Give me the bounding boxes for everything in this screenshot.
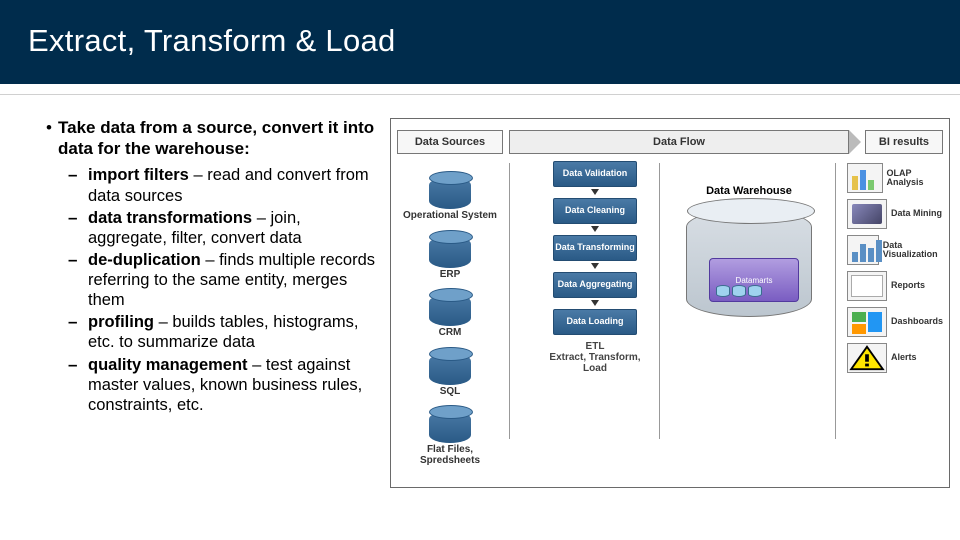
mini-cylinder-icon xyxy=(732,285,746,297)
source-cylinder-icon xyxy=(429,294,471,326)
horizontal-rule xyxy=(0,94,960,95)
source-label: SQL xyxy=(397,387,503,398)
down-arrow-icon xyxy=(591,300,599,306)
divider xyxy=(835,163,836,439)
mini-cylinder-icon xyxy=(716,285,730,297)
sub-bullet-text: profiling – builds tables, histograms, e… xyxy=(88,312,376,352)
dash: – xyxy=(68,312,88,352)
sub-bullet-text: data transformations – join, aggregate, … xyxy=(88,208,376,248)
bi-label: Data Mining xyxy=(891,209,942,218)
source-cylinder-icon xyxy=(429,353,471,385)
source-label: Operational System xyxy=(397,211,503,222)
bi-label: Dashboards xyxy=(891,317,943,326)
main-bullet: • Take data from a source, convert it in… xyxy=(40,118,376,159)
sub-bullet-list: –import filters – read and convert from … xyxy=(68,165,376,415)
bi-row: Data Visualization xyxy=(847,235,943,265)
header-data-sources: Data Sources xyxy=(397,130,503,154)
source-cylinder-icon xyxy=(429,411,471,443)
bi-label: OLAP Analysis xyxy=(887,169,943,188)
sub-bullet: –data transformations – join, aggregate,… xyxy=(68,208,376,248)
sub-bullet-text: quality management – test against master… xyxy=(88,355,376,415)
down-arrow-icon xyxy=(591,226,599,232)
source-label: Flat Files, Spredsheets xyxy=(397,445,503,466)
dash: – xyxy=(68,208,88,248)
sub-bullet: –profiling – builds tables, histograms, … xyxy=(68,312,376,352)
bi-thumbnail-icon xyxy=(847,271,887,301)
bi-row: Dashboards xyxy=(847,307,943,337)
down-arrow-icon xyxy=(591,263,599,269)
divider xyxy=(509,163,510,439)
dash: – xyxy=(68,355,88,415)
source-cylinder-icon xyxy=(429,177,471,209)
text-column: • Take data from a source, convert it in… xyxy=(40,118,376,488)
sub-bullet: –quality management – test against maste… xyxy=(68,355,376,415)
bi-row: OLAP Analysis xyxy=(847,163,943,193)
dash: – xyxy=(68,250,88,310)
sub-bullet-text: de-duplication – finds multiple records … xyxy=(88,250,376,310)
slide-title: Extract, Transform & Load xyxy=(0,0,960,59)
sub-bullet: –import filters – read and convert from … xyxy=(68,165,376,205)
bi-thumbnail-icon xyxy=(847,199,887,229)
etl-step-box: Data Transforming xyxy=(553,235,637,261)
etl-step-box: Data Validation xyxy=(553,161,637,187)
etl-caption: ETLExtract, Transform, Load xyxy=(539,341,651,374)
down-arrow-icon xyxy=(591,189,599,195)
bi-thumbnail-icon xyxy=(847,235,879,265)
etl-step-box: Data Aggregating xyxy=(553,272,637,298)
content-area: • Take data from a source, convert it in… xyxy=(0,84,960,488)
bi-label: Alerts xyxy=(891,353,917,362)
etl-step-box: Data Cleaning xyxy=(553,198,637,224)
data-warehouse-column: Data Warehouse Datamarts xyxy=(669,179,829,321)
source-label: CRM xyxy=(397,328,503,339)
bi-row: Alerts xyxy=(847,343,943,373)
bi-row: Data Mining xyxy=(847,199,943,229)
bi-label: Data Visualization xyxy=(883,241,943,260)
mini-cylinder-icon xyxy=(748,285,762,297)
source-cylinder-icon xyxy=(429,236,471,268)
data-sources-column: Operational System ERP CRM SQL Flat Files, S… xyxy=(397,167,503,466)
bi-thumbnail-icon xyxy=(847,343,887,373)
datamarts-label: Datamarts xyxy=(736,276,773,285)
diagram-header-row: Data Sources Data Flow BI results xyxy=(397,129,943,155)
title-bar: Extract, Transform & Load xyxy=(0,0,960,84)
etl-steps-column: Data Validation Data Cleaning Data Transfo… xyxy=(539,161,651,374)
etl-diagram: Data Sources Data Flow BI results Operat… xyxy=(390,118,950,488)
header-bi-results: BI results xyxy=(865,130,943,154)
flow-arrow-icon xyxy=(849,130,861,154)
etl-step-box: Data Loading xyxy=(553,309,637,335)
dash: – xyxy=(68,165,88,205)
bi-thumbnail-icon xyxy=(847,163,883,193)
sub-bullet-text: import filters – read and convert from d… xyxy=(88,165,376,205)
warehouse-cylinder-icon: Datamarts xyxy=(686,209,812,317)
header-data-flow: Data Flow xyxy=(509,130,849,154)
bi-row: Reports xyxy=(847,271,943,301)
sub-bullet: –de-duplication – finds multiple records… xyxy=(68,250,376,310)
main-bullet-text: Take data from a source, convert it into… xyxy=(58,118,376,159)
source-label: ERP xyxy=(397,270,503,281)
bi-label: Reports xyxy=(891,281,925,290)
bi-results-column: OLAP Analysis Data Mining Data Visualizati… xyxy=(847,163,943,379)
bullet-dot: • xyxy=(40,118,58,159)
datamarts-box: Datamarts xyxy=(709,258,799,302)
bi-thumbnail-icon xyxy=(847,307,887,337)
dw-label: Data Warehouse xyxy=(669,185,829,197)
divider xyxy=(659,163,660,439)
